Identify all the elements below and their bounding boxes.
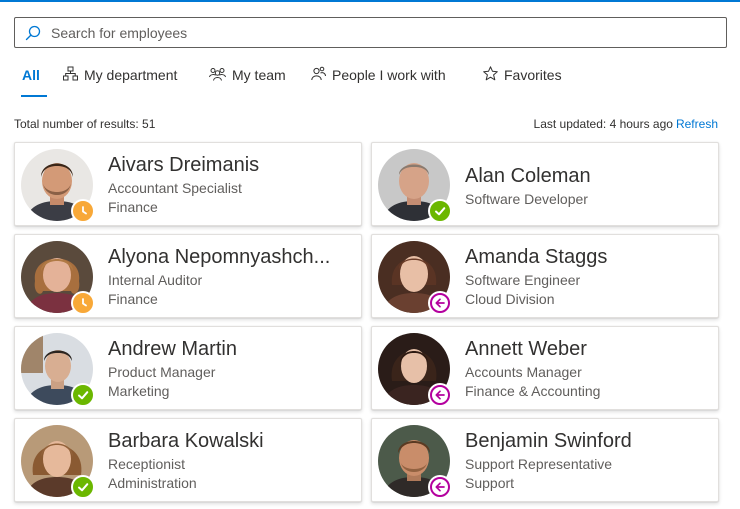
filter-tabs: All My department My team People I work … [14, 56, 573, 98]
team-icon [209, 67, 232, 84]
person-card[interactable]: Benjamin Swinford Support Representative… [371, 418, 719, 502]
person-card[interactable]: Andrew Martin Product Manager Marketing [14, 326, 362, 410]
tab-all[interactable]: All [14, 56, 54, 97]
last-updated-text: Last updated: 4 hours ago [533, 117, 673, 131]
results-meta: Total number of results: 51 Last updated… [14, 117, 718, 133]
tab-favorites[interactable]: Favorites [483, 56, 573, 94]
out-of-office-ring [430, 477, 450, 497]
person-card[interactable]: Alan Coleman Software Developer [371, 142, 719, 226]
person-department: Administration [108, 475, 197, 491]
clock-icon [82, 206, 87, 215]
person-title: Software Engineer [465, 272, 581, 288]
tab-label: All [22, 67, 40, 83]
org-chart-icon [63, 66, 84, 84]
person-department: Marketing [108, 383, 170, 399]
presence-away-badge [71, 291, 95, 315]
tab-label: My department [84, 67, 178, 83]
person-card[interactable]: Aivars Dreimanis Accountant Specialist F… [14, 142, 362, 226]
total-results: Total number of results: 51 [14, 117, 156, 131]
people-icon [311, 66, 332, 84]
search-input[interactable] [51, 19, 691, 46]
out-of-office-ring [430, 385, 450, 405]
tab-label: Favorites [504, 67, 562, 83]
presence-out-of-office-badge [428, 383, 452, 407]
top-accent-line [0, 0, 740, 2]
star-icon [483, 66, 504, 84]
checkmark-icon [78, 483, 89, 492]
tab-label: People I work with [332, 67, 446, 83]
person-department: Cloud Division [465, 291, 555, 307]
checkmark-icon [78, 391, 89, 400]
person-title: Receptionist [108, 456, 186, 472]
person-name: Benjamin Swinford [465, 430, 632, 452]
person-name: Andrew Martin [108, 338, 237, 360]
tab-people-i-work-with[interactable]: People I work with [311, 56, 473, 94]
last-updated: Last updated: 4 hours ago Refresh [534, 117, 718, 131]
person-name: Amanda Staggs [465, 246, 608, 268]
person-name: Annett Weber [465, 338, 587, 360]
person-name: Aivars Dreimanis [108, 154, 260, 176]
checkmark-icon [435, 207, 446, 216]
presence-out-of-office-badge [428, 291, 452, 315]
search-icon [15, 18, 51, 47]
arrow-left-icon [435, 482, 445, 492]
arrow-left-icon [435, 390, 445, 400]
person-title: Accounts Manager [465, 364, 582, 380]
tab-label: My team [232, 67, 286, 83]
person-title: Software Developer [465, 191, 588, 207]
person-card[interactable]: Alyona Nepomnyashch... Internal Auditor … [14, 234, 362, 318]
presence-out-of-office-badge [428, 475, 452, 499]
person-department: Finance [108, 291, 158, 307]
person-name: Alyona Nepomnyashch... [108, 246, 331, 268]
presence-available-badge [71, 475, 95, 499]
person-title: Accountant Specialist [108, 180, 242, 196]
person-title: Internal Auditor [108, 272, 203, 288]
person-title: Product Manager [108, 364, 216, 380]
person-title: Support Representative [465, 456, 613, 472]
person-department: Finance & Accounting [465, 383, 601, 399]
tab-my-department[interactable]: My department [63, 56, 201, 94]
search-box[interactable] [14, 17, 727, 48]
presence-away-badge [71, 199, 95, 223]
presence-available-badge [71, 383, 95, 407]
clock-icon [82, 298, 87, 307]
person-department: Support [465, 475, 515, 491]
person-name: Barbara Kowalski [108, 430, 264, 452]
presence-available-badge [428, 199, 452, 223]
person-name: Alan Coleman [465, 165, 591, 187]
tab-my-team[interactable]: My team [209, 56, 305, 94]
person-card[interactable]: Annett Weber Accounts Manager Finance & … [371, 326, 719, 410]
person-card[interactable]: Barbara Kowalski Receptionist Administra… [14, 418, 362, 502]
arrow-left-icon [435, 298, 445, 308]
refresh-link[interactable]: Refresh [676, 117, 718, 131]
person-department: Finance [108, 199, 158, 215]
person-card[interactable]: Amanda Staggs Software Engineer Cloud Di… [371, 234, 719, 318]
out-of-office-ring [430, 293, 450, 313]
